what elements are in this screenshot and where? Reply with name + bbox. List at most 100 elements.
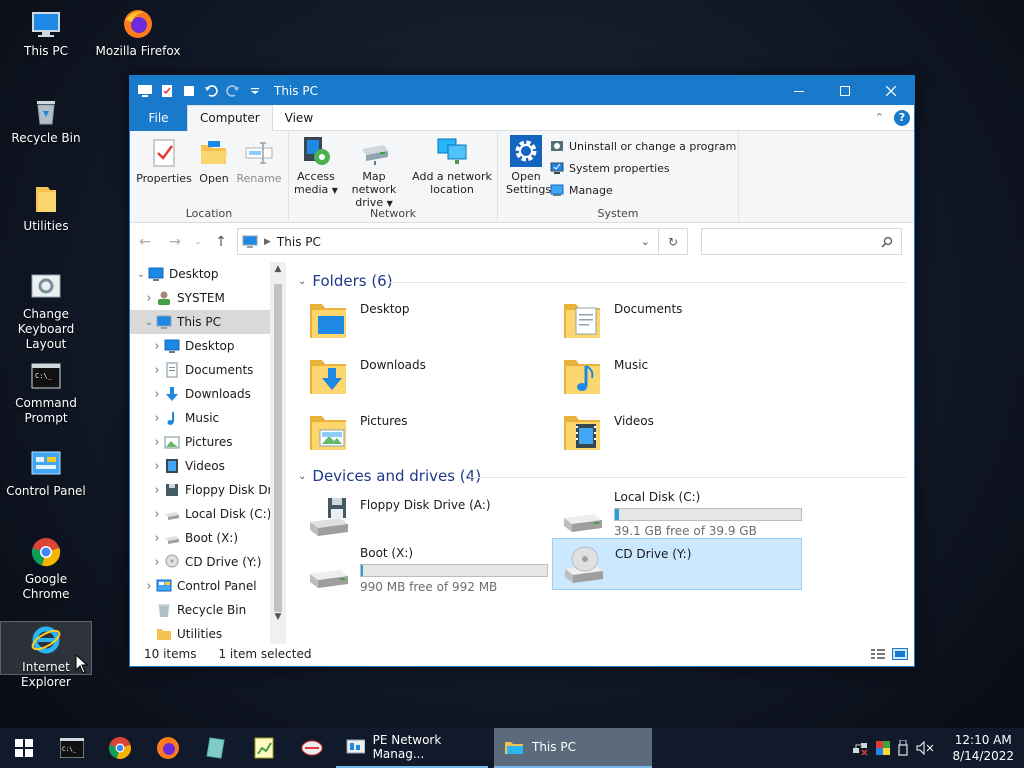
recent-locations-button[interactable]: ⌄ bbox=[190, 237, 206, 246]
tab-file[interactable]: File bbox=[130, 104, 187, 131]
tab-view[interactable]: View bbox=[273, 105, 325, 131]
expand-chevron-icon[interactable]: › bbox=[142, 579, 156, 594]
clock[interactable]: 12:10 AM 8/14/2022 bbox=[952, 732, 1014, 764]
expand-chevron-icon[interactable]: › bbox=[150, 531, 164, 546]
nav-item-desktop[interactable]: ⌄ Desktop bbox=[130, 262, 286, 286]
redo-icon[interactable] bbox=[224, 82, 242, 100]
minimize-button[interactable] bbox=[776, 76, 822, 105]
nav-item-boot-x[interactable]: › Boot (X:) bbox=[130, 526, 286, 550]
scroll-thumb[interactable] bbox=[274, 284, 282, 612]
nav-item-local-disk-c[interactable]: › Local Disk (C:) bbox=[130, 502, 286, 526]
properties-quick-icon[interactable] bbox=[158, 82, 176, 100]
add-network-location-button[interactable]: Add a network location bbox=[411, 135, 493, 196]
help-icon[interactable]: ? bbox=[894, 109, 910, 126]
details-view-icon[interactable] bbox=[870, 648, 886, 660]
expand-chevron-icon[interactable]: › bbox=[150, 507, 164, 522]
search-box[interactable] bbox=[701, 228, 902, 255]
forward-button[interactable]: → bbox=[160, 234, 190, 250]
expand-chevron-icon[interactable]: › bbox=[150, 411, 164, 426]
folder-tile-pictures[interactable]: Pictures bbox=[298, 406, 548, 458]
nav-item-floppy-disk-dri[interactable]: › Floppy Disk Dri bbox=[130, 478, 286, 502]
taskbar-chrome[interactable] bbox=[96, 728, 144, 768]
nav-item-music[interactable]: › Music bbox=[130, 406, 286, 430]
uninstall-program-button[interactable]: Uninstall or change a program bbox=[550, 139, 736, 153]
expand-chevron-icon[interactable]: › bbox=[142, 291, 156, 306]
expand-chevron-icon[interactable]: › bbox=[150, 363, 164, 378]
expand-chevron-icon[interactable]: › bbox=[150, 483, 164, 498]
folder-tile-desktop[interactable]: Desktop bbox=[298, 294, 548, 346]
nav-item-downloads[interactable]: › Downloads bbox=[130, 382, 286, 406]
folder-tile-downloads[interactable]: Downloads bbox=[298, 350, 548, 402]
open-button[interactable]: Open bbox=[194, 137, 234, 185]
folders-section-header[interactable]: ⌄ Folders (6) bbox=[298, 272, 393, 290]
back-button[interactable]: ← bbox=[130, 234, 160, 250]
access-media-button[interactable]: Access media ▼ bbox=[293, 135, 339, 197]
drive-tile-local-disk-c[interactable]: Local Disk (C:) 39.1 GB free of 39.9 GB bbox=[552, 490, 802, 542]
nav-item-pictures[interactable]: › Pictures bbox=[130, 430, 286, 454]
collapse-ribbon-chevron-icon[interactable]: ⌃ bbox=[875, 111, 884, 124]
taskbar-firefox[interactable] bbox=[144, 728, 192, 768]
manage-button[interactable]: Manage bbox=[550, 183, 613, 197]
up-button[interactable]: ↑ bbox=[206, 234, 236, 250]
title-bar[interactable]: This PC bbox=[130, 76, 914, 105]
taskbar-network-tool[interactable] bbox=[288, 728, 336, 768]
taskbar-app-blue[interactable] bbox=[192, 728, 240, 768]
system-properties-button[interactable]: System properties bbox=[550, 161, 670, 175]
nav-item-this-pc[interactable]: ⌄ This PC bbox=[130, 310, 286, 334]
nav-item-desktop[interactable]: › Desktop bbox=[130, 334, 286, 358]
nav-item-cd-drive-y[interactable]: › CD Drive (Y:) bbox=[130, 550, 286, 574]
desktop-icon-google-chrome[interactable]: Google Chrome bbox=[0, 536, 92, 602]
expand-chevron-icon[interactable]: › bbox=[150, 387, 164, 402]
address-bar[interactable]: ▶ This PC ⌄ bbox=[237, 228, 659, 255]
desktop-icon-change-keyboard-layout[interactable]: Change Keyboard Layout bbox=[0, 271, 92, 352]
start-button[interactable] bbox=[0, 728, 48, 768]
scroll-down-icon[interactable]: ▼ bbox=[270, 612, 286, 622]
scroll-up-icon[interactable]: ▲ bbox=[270, 264, 286, 274]
customize-toolbar-chevron-icon[interactable] bbox=[246, 82, 264, 100]
nav-item-documents[interactable]: › Documents bbox=[130, 358, 286, 382]
open-settings-button[interactable]: Open Settings bbox=[506, 135, 551, 196]
taskbar-notepad[interactable] bbox=[240, 728, 288, 768]
nav-scrollbar[interactable]: ▲ ▼ bbox=[270, 262, 286, 644]
drive-tile-cd-y[interactable]: CD Drive (Y:) bbox=[552, 538, 802, 590]
volume-muted-icon[interactable] bbox=[916, 741, 934, 755]
desktop-icon-recycle-bin[interactable]: Recycle Bin bbox=[0, 95, 92, 146]
drive-tile-floppy[interactable]: Floppy Disk Drive (A:) bbox=[298, 490, 548, 542]
expand-chevron-icon[interactable]: ⌄ bbox=[142, 317, 156, 328]
taskbar-task-pe-network[interactable]: PE Network Manag... bbox=[336, 728, 488, 768]
address-dropdown-icon[interactable]: ⌄ bbox=[641, 235, 650, 248]
desktop-icon-control-panel[interactable]: Control Panel bbox=[0, 448, 92, 499]
devices-section-header[interactable]: ⌄ Devices and drives (4) bbox=[298, 467, 481, 485]
desktop-icon-this-pc[interactable]: This PC bbox=[0, 8, 92, 59]
nav-item-utilities[interactable]: Utilities bbox=[130, 622, 286, 644]
display-tray-icon[interactable] bbox=[876, 741, 891, 755]
taskbar-task-this-pc[interactable]: This PC bbox=[494, 728, 652, 768]
expand-chevron-icon[interactable]: › bbox=[150, 459, 164, 474]
nav-item-videos[interactable]: › Videos bbox=[130, 454, 286, 478]
folder-tile-music[interactable]: Music bbox=[552, 350, 802, 402]
large-icons-view-icon[interactable] bbox=[892, 648, 908, 660]
drive-tile-boot-x[interactable]: Boot (X:) 990 MB free of 992 MB bbox=[298, 546, 548, 598]
address-path[interactable]: This PC bbox=[277, 235, 321, 249]
desktop-icon-command-prompt[interactable]: C:\_ Command Prompt bbox=[0, 360, 92, 426]
nav-item-control-panel[interactable]: › Control Panel bbox=[130, 574, 286, 598]
taskbar-command-prompt[interactable]: C:\_ bbox=[48, 728, 96, 768]
expand-chevron-icon[interactable]: › bbox=[150, 435, 164, 450]
nav-item-recycle-bin[interactable]: Recycle Bin bbox=[130, 598, 286, 622]
properties-button[interactable]: Properties bbox=[136, 137, 192, 185]
map-network-drive-button[interactable]: Map network drive ▼ bbox=[339, 135, 409, 210]
expand-chevron-icon[interactable]: ⌄ bbox=[134, 269, 148, 280]
undo-icon[interactable] bbox=[202, 82, 220, 100]
maximize-button[interactable] bbox=[822, 76, 868, 105]
usb-tray-icon[interactable] bbox=[898, 740, 909, 756]
desktop-icon-firefox[interactable]: Mozilla Firefox bbox=[92, 8, 184, 59]
folder-tile-videos[interactable]: Videos bbox=[552, 406, 802, 458]
refresh-button[interactable]: ↻ bbox=[658, 228, 688, 255]
close-button[interactable] bbox=[868, 76, 914, 105]
expand-chevron-icon[interactable]: › bbox=[150, 339, 164, 354]
folder-tile-documents[interactable]: Documents bbox=[552, 294, 802, 346]
rename-button[interactable]: Rename bbox=[234, 137, 284, 185]
new-folder-quick-icon[interactable] bbox=[180, 82, 198, 100]
expand-chevron-icon[interactable]: › bbox=[150, 555, 164, 570]
tab-computer[interactable]: Computer bbox=[187, 104, 273, 132]
